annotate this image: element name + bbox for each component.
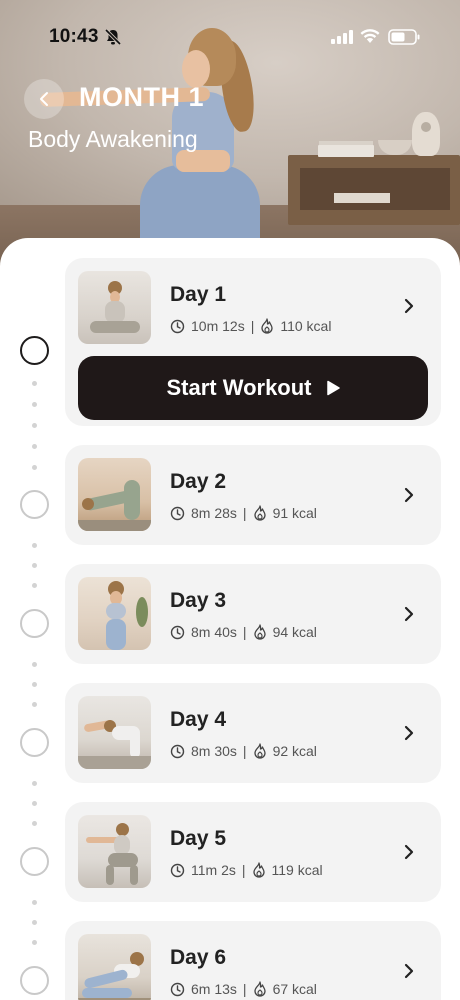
day-title: Day 6 [170, 946, 227, 969]
timeline-dot [32, 465, 37, 470]
day-calories: 110 kcal [280, 318, 332, 334]
day-title: Day 2 [170, 470, 227, 493]
timeline-dot [32, 821, 37, 826]
bell-slash-icon [104, 28, 122, 46]
day-meta: 6m 13s | 67 kcal [170, 981, 317, 997]
timeline-dot [32, 381, 37, 386]
day-calories: 92 kcal [272, 743, 317, 759]
day-card-5[interactable]: Day 5 11m 2s | 119 kcal [65, 802, 441, 902]
day-duration: 8m 30s [191, 743, 237, 759]
day-calories: 119 kcal [271, 862, 323, 878]
day-thumbnail [78, 934, 151, 1000]
clock-icon [170, 506, 185, 520]
chevron-right-icon[interactable] [403, 844, 415, 860]
start-workout-button[interactable]: Start Workout [78, 356, 428, 420]
day-card-2[interactable]: Day 2 8m 28s | 91 kcal [65, 445, 441, 545]
chevron-right-icon[interactable] [403, 606, 415, 622]
timeline-dot [32, 563, 37, 568]
timeline-dot [32, 702, 37, 707]
day-duration: 6m 13s [191, 981, 237, 997]
day-meta: 11m 2s | 119 kcal [170, 862, 323, 878]
clock-icon [170, 319, 185, 333]
flame-icon [261, 318, 273, 334]
wifi-icon [360, 29, 380, 43]
day-thumbnail [78, 458, 151, 531]
day-card-1[interactable]: Day 1 10m 12s | 110 kcal Start Workout [65, 258, 441, 426]
timeline-dot [32, 444, 37, 449]
meta-separator: | [250, 318, 255, 334]
meta-separator: | [242, 505, 247, 521]
timeline-dot [32, 781, 37, 786]
day-thumbnail [78, 815, 151, 888]
signal-icon [331, 30, 353, 44]
page-title: MONTH 1 [79, 82, 204, 112]
day-duration: 10m 12s [191, 318, 245, 334]
flame-icon [253, 981, 266, 997]
meta-separator: | [242, 624, 247, 640]
day-title: Day 4 [170, 708, 227, 731]
day-thumbnail [78, 696, 151, 769]
back-button[interactable] [24, 79, 64, 119]
day-meta: 8m 28s | 91 kcal [170, 505, 317, 521]
timeline-dot [32, 682, 37, 687]
timeline-dot [32, 662, 37, 667]
timeline-dot [32, 543, 37, 548]
timeline-step [20, 728, 49, 757]
day-title: Day 5 [170, 827, 227, 850]
day-duration: 8m 28s [191, 505, 237, 521]
meta-separator: | [241, 862, 246, 878]
timeline-dot [32, 801, 37, 806]
timeline-step-current [20, 336, 49, 365]
clock-icon [170, 744, 185, 758]
day-card-6[interactable]: Day 6 6m 13s | 67 kcal [65, 921, 441, 1000]
chevron-right-icon[interactable] [403, 487, 415, 503]
timeline-dot [32, 920, 37, 925]
chevron-right-icon[interactable] [403, 963, 415, 979]
day-thumbnail [78, 577, 151, 650]
chevron-right-icon[interactable] [403, 298, 415, 314]
day-calories: 94 kcal [272, 624, 317, 640]
page-subtitle: Body Awakening [28, 126, 198, 152]
chevron-left-icon [40, 92, 48, 106]
clock-icon [170, 982, 185, 996]
day-calories: 67 kcal [272, 981, 317, 997]
clock-icon [170, 863, 185, 877]
chevron-right-icon[interactable] [403, 725, 415, 741]
day-thumbnail [78, 271, 151, 344]
timeline-dot [32, 423, 37, 428]
day-meta: 8m 30s | 92 kcal [170, 743, 317, 759]
timeline-dot [32, 583, 37, 588]
battery-icon [388, 29, 420, 45]
day-duration: 8m 40s [191, 624, 237, 640]
timeline-step [20, 847, 49, 876]
day-card-4[interactable]: Day 4 8m 30s | 92 kcal [65, 683, 441, 783]
day-duration: 11m 2s [191, 862, 236, 878]
timeline-step [20, 609, 49, 638]
flame-icon [252, 862, 265, 878]
day-title: Day 3 [170, 589, 227, 612]
timeline-dot [32, 940, 37, 945]
flame-icon [253, 624, 266, 640]
day-calories: 91 kcal [272, 505, 317, 521]
workout-plan-screen: 10:43 MONTH 1 Body Awakening Day 1 10m 1… [0, 0, 460, 1000]
meta-separator: | [242, 743, 247, 759]
status-time: 10:43 [49, 26, 99, 47]
timeline-step [20, 966, 49, 995]
day-title: Day 1 [170, 283, 227, 306]
timeline-step [20, 490, 49, 519]
clock-icon [170, 625, 185, 639]
day-list-sheet: Day 1 10m 12s | 110 kcal Start Workout D… [0, 238, 460, 1000]
meta-separator: | [242, 981, 247, 997]
play-icon [326, 380, 340, 396]
flame-icon [253, 743, 266, 759]
flame-icon [253, 505, 266, 521]
start-workout-label: Start Workout [166, 375, 312, 400]
day-meta: 8m 40s | 94 kcal [170, 624, 317, 640]
day-card-3[interactable]: Day 3 8m 40s | 94 kcal [65, 564, 441, 664]
timeline-dot [32, 402, 37, 407]
day-meta: 10m 12s | 110 kcal [170, 318, 331, 334]
timeline-dot [32, 900, 37, 905]
